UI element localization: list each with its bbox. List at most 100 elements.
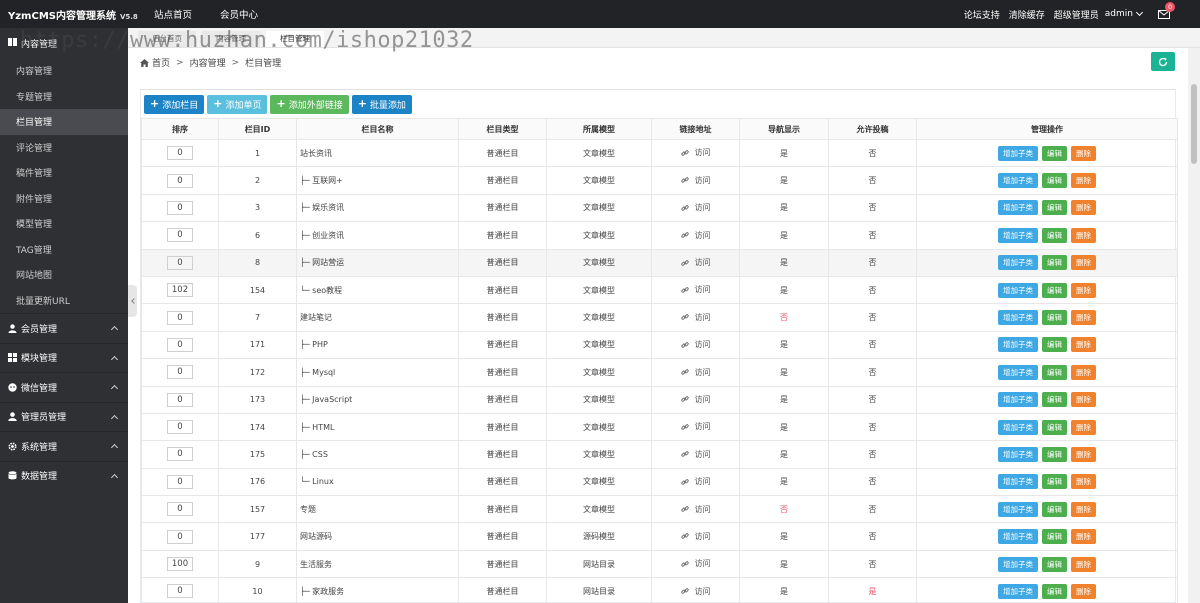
sort-order-input[interactable]: 0	[167, 337, 193, 352]
visit-link[interactable]: 访问	[680, 394, 711, 405]
sidebar-item[interactable]: TAG管理	[0, 237, 128, 263]
delete-button[interactable]: 删除	[1071, 145, 1096, 161]
add-external-link-button[interactable]: + 添加外部链接	[270, 94, 349, 114]
edit-button[interactable]: 编辑	[1042, 556, 1067, 572]
visit-link[interactable]: 访问	[680, 312, 711, 323]
add-subcategory-button[interactable]: 增加子类	[998, 583, 1038, 599]
edit-button[interactable]: 编辑	[1042, 282, 1067, 298]
nav-site-home[interactable]: 站点首页	[140, 7, 206, 21]
edit-button[interactable]: 编辑	[1042, 446, 1067, 462]
sidebar-group[interactable]: 数据管理	[0, 460, 128, 491]
page-scrollbar[interactable]	[1188, 48, 1200, 603]
add-subcategory-button[interactable]: 增加子类	[998, 556, 1038, 572]
sort-order-input[interactable]: 0	[167, 310, 193, 325]
user-menu[interactable]: admin	[1105, 8, 1144, 19]
sidebar-group[interactable]: 系统管理	[0, 431, 128, 461]
visit-link[interactable]: 访问	[680, 421, 711, 432]
add-subcategory-button[interactable]: 增加子类	[998, 364, 1038, 380]
visit-link[interactable]: 访问	[680, 284, 711, 295]
sort-order-input[interactable]: 0	[167, 173, 193, 188]
add-subcategory-button[interactable]: 增加子类	[998, 310, 1038, 326]
sort-order-input[interactable]: 0	[167, 447, 193, 462]
visit-link[interactable]: 访问	[680, 586, 711, 597]
add-subcategory-button[interactable]: 增加子类	[998, 474, 1038, 490]
add-subcategory-button[interactable]: 增加子类	[998, 227, 1038, 243]
edit-button[interactable]: 编辑	[1042, 583, 1067, 599]
delete-button[interactable]: 删除	[1071, 282, 1096, 298]
visit-link[interactable]: 访问	[680, 504, 711, 515]
edit-button[interactable]: 编辑	[1042, 337, 1067, 353]
sort-order-input[interactable]: 0	[167, 584, 193, 599]
sidebar-group[interactable]: 微信管理	[0, 372, 128, 402]
add-subcategory-button[interactable]: 增加子类	[998, 173, 1038, 189]
delete-button[interactable]: 删除	[1071, 474, 1096, 490]
nav-member-center[interactable]: 会员中心	[206, 7, 272, 21]
forum-support-link[interactable]: 论坛支持	[964, 8, 1000, 21]
visit-link[interactable]: 访问	[680, 147, 711, 158]
edit-button[interactable]: 编辑	[1042, 419, 1067, 435]
visit-link[interactable]: 访问	[680, 449, 711, 460]
sort-order-input[interactable]: 0	[167, 502, 193, 517]
sidebar-item[interactable]: 内容管理	[0, 58, 128, 84]
delete-button[interactable]: 删除	[1071, 419, 1096, 435]
add-subcategory-button[interactable]: 增加子类	[998, 337, 1038, 353]
delete-button[interactable]: 删除	[1071, 200, 1096, 216]
delete-button[interactable]: 删除	[1071, 255, 1096, 271]
edit-button[interactable]: 编辑	[1042, 529, 1067, 545]
visit-link[interactable]: 访问	[680, 175, 711, 186]
edit-button[interactable]: 编辑	[1042, 173, 1067, 189]
sort-order-input[interactable]: 0	[167, 228, 193, 243]
sidebar-item[interactable]: 附件管理	[0, 186, 128, 212]
breadcrumb-home[interactable]: 首页	[152, 56, 170, 69]
delete-button[interactable]: 删除	[1071, 529, 1096, 545]
edit-button[interactable]: 编辑	[1042, 255, 1067, 271]
sidebar-group[interactable]: 模块管理	[0, 342, 128, 373]
add-subcategory-button[interactable]: 增加子类	[998, 145, 1038, 161]
sidebar-section-content[interactable]: 内容管理	[0, 28, 128, 58]
visit-link[interactable]: 访问	[680, 531, 711, 542]
delete-button[interactable]: 删除	[1071, 364, 1096, 380]
sort-order-input[interactable]: 0	[167, 365, 193, 380]
delete-button[interactable]: 删除	[1071, 392, 1096, 408]
delete-button[interactable]: 删除	[1071, 310, 1096, 326]
sidebar-item[interactable]: 稿件管理	[0, 160, 128, 186]
delete-button[interactable]: 删除	[1071, 173, 1096, 189]
add-subcategory-button[interactable]: 增加子类	[998, 392, 1038, 408]
visit-link[interactable]: 访问	[680, 202, 711, 213]
visit-link[interactable]: 访问	[680, 339, 711, 350]
add-subcategory-button[interactable]: 增加子类	[998, 282, 1038, 298]
sort-order-input[interactable]: 0	[167, 146, 193, 161]
sort-order-input[interactable]: 102	[167, 283, 193, 298]
edit-button[interactable]: 编辑	[1042, 364, 1067, 380]
delete-button[interactable]: 删除	[1071, 446, 1096, 462]
batch-add-button[interactable]: + 批量添加	[351, 94, 412, 114]
visit-link[interactable]: 访问	[680, 558, 711, 569]
add-subcategory-button[interactable]: 增加子类	[998, 200, 1038, 216]
delete-button[interactable]: 删除	[1071, 337, 1096, 353]
add-category-button[interactable]: + 添加栏目	[144, 94, 205, 114]
clear-cache-link[interactable]: 清除缓存	[1009, 8, 1045, 21]
scrollbar-thumb[interactable]	[1191, 84, 1197, 164]
sort-order-input[interactable]: 0	[167, 474, 193, 489]
breadcrumb-content[interactable]: 内容管理	[190, 56, 226, 69]
sort-order-input[interactable]: 100	[167, 557, 193, 572]
add-subcategory-button[interactable]: 增加子类	[998, 419, 1038, 435]
add-single-page-button[interactable]: + 添加单页	[207, 94, 268, 114]
sort-order-input[interactable]: 0	[167, 420, 193, 435]
sidebar-item[interactable]: 模型管理	[0, 211, 128, 237]
sidebar-item[interactable]: 网站地图	[0, 262, 128, 288]
add-subcategory-button[interactable]: 增加子类	[998, 446, 1038, 462]
add-subcategory-button[interactable]: 增加子类	[998, 529, 1038, 545]
sort-order-input[interactable]: 0	[167, 529, 193, 544]
edit-button[interactable]: 编辑	[1042, 310, 1067, 326]
refresh-button[interactable]	[1151, 52, 1175, 71]
sidebar-item[interactable]: 专题管理	[0, 84, 128, 110]
edit-button[interactable]: 编辑	[1042, 392, 1067, 408]
edit-button[interactable]: 编辑	[1042, 474, 1067, 490]
add-subcategory-button[interactable]: 增加子类	[998, 255, 1038, 271]
delete-button[interactable]: 删除	[1071, 583, 1096, 599]
delete-button[interactable]: 删除	[1071, 227, 1096, 243]
edit-button[interactable]: 编辑	[1042, 200, 1067, 216]
sort-order-input[interactable]: 0	[167, 200, 193, 215]
delete-button[interactable]: 删除	[1071, 556, 1096, 572]
